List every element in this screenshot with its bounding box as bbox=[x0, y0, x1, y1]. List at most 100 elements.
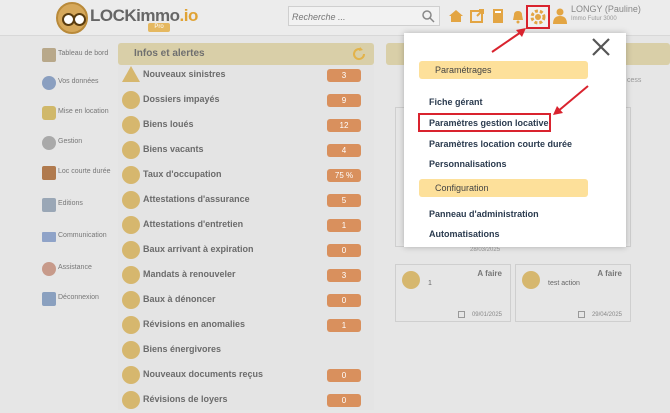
rented-property-icon bbox=[122, 116, 140, 134]
alert-row-nouveaux-sinistres[interactable]: Nouveaux sinistres 3 bbox=[118, 63, 374, 88]
count-badge: 1 bbox=[327, 219, 361, 232]
alert-row-attestations-entretien[interactable]: Attestations d'entretien 1 bbox=[118, 213, 374, 238]
alert-row-revisions-loyers[interactable]: Révisions de loyers 0 bbox=[118, 388, 374, 413]
task-icon bbox=[522, 271, 540, 289]
task-icon bbox=[402, 271, 420, 289]
count-badge: 3 bbox=[327, 269, 361, 282]
sidebar-item-assistance[interactable]: Assistance bbox=[36, 260, 116, 280]
alert-row-biens-vacants[interactable]: Biens vacants 4 bbox=[118, 138, 374, 163]
count-badge: 5 bbox=[327, 194, 361, 207]
lease-terminate-icon bbox=[122, 291, 140, 309]
external-link-icon[interactable] bbox=[469, 8, 485, 24]
search-input[interactable] bbox=[289, 8, 414, 26]
book-icon[interactable] bbox=[490, 8, 506, 24]
sidebar-item-tableau-de-bord[interactable]: Tableau de bord bbox=[36, 46, 116, 66]
logout-icon bbox=[42, 292, 56, 306]
sidebar-item-gestion[interactable]: Gestion bbox=[36, 134, 116, 154]
owl-mascot-icon bbox=[56, 2, 88, 34]
tasks-ghost-text: cess bbox=[627, 77, 642, 84]
alert-row-mandats-renouveler[interactable]: Mandats à renouveler 3 bbox=[118, 263, 374, 288]
suitcase-icon bbox=[42, 166, 56, 180]
section-parametrages: Paramétrages bbox=[419, 61, 588, 79]
user-company: Immo Futur 3000 bbox=[571, 16, 617, 22]
logo-text: LOCKimmo.io bbox=[90, 6, 198, 25]
key-icon bbox=[42, 106, 56, 120]
rent-revision-icon bbox=[122, 391, 140, 409]
alerts-panel-title: Infos et alertes bbox=[134, 48, 205, 59]
alert-row-attestations-assurance[interactable]: Attestations d'assurance 5 bbox=[118, 188, 374, 213]
menu-item-panneau-administration[interactable]: Panneau d'administration bbox=[429, 209, 539, 219]
menu-item-parametres-location-courte-duree[interactable]: Paramètres location courte durée bbox=[429, 139, 572, 149]
highlight-box bbox=[418, 113, 551, 132]
menu-item-personnalisations[interactable]: Personnalisations bbox=[429, 159, 507, 169]
tasks-ghost-date: 28/03/2025 bbox=[470, 247, 501, 253]
app-logo[interactable]: LOCKimmo.io Pro bbox=[56, 2, 198, 34]
task-card[interactable]: A faire 1 09/01/2025 bbox=[395, 264, 511, 322]
sidebar-item-loc-courte-duree[interactable]: Loc courte durée bbox=[36, 164, 116, 184]
top-bar: LOCKimmo.io Pro LONGY (Pauline) Immo Fut… bbox=[0, 0, 670, 36]
task-date: 09/01/2025 bbox=[471, 312, 502, 318]
gear-icon bbox=[530, 9, 546, 25]
calendar-icon bbox=[458, 311, 465, 318]
task-card[interactable]: A faire test action 29/04/2025 bbox=[515, 264, 631, 322]
alert-row-dossiers-impayes[interactable]: Dossiers impayés 9 bbox=[118, 88, 374, 113]
alerts-panel: Infos et alertes Nouveaux sinistres 3 Dos… bbox=[118, 43, 374, 410]
anomaly-icon bbox=[122, 316, 140, 334]
alert-row-revisions-anomalies[interactable]: Révisions en anomalies 1 bbox=[118, 313, 374, 338]
alert-row-biens-loues[interactable]: Biens loués 12 bbox=[118, 113, 374, 138]
search-box bbox=[288, 6, 440, 26]
sidebar-item-deconnexion[interactable]: Déconnexion bbox=[36, 290, 116, 310]
user-avatar-icon[interactable] bbox=[553, 8, 567, 24]
alert-row-baux-expiration[interactable]: Baux arrivant à expiration 0 bbox=[118, 238, 374, 263]
count-badge: 0 bbox=[327, 394, 361, 407]
task-status: A faire bbox=[477, 269, 502, 278]
section-configuration: Configuration bbox=[419, 179, 588, 197]
desk-icon bbox=[42, 48, 56, 62]
energy-icon bbox=[122, 341, 140, 359]
user-name[interactable]: LONGY (Pauline) bbox=[571, 4, 641, 14]
count-badge: 1 bbox=[327, 319, 361, 332]
calendar-icon bbox=[578, 311, 585, 318]
count-badge: 75 % bbox=[327, 169, 361, 182]
occupancy-icon bbox=[122, 166, 140, 184]
printer-icon bbox=[42, 198, 56, 212]
count-badge: 9 bbox=[327, 94, 361, 107]
count-badge: 0 bbox=[327, 294, 361, 307]
alert-row-biens-energivores[interactable]: Biens énergivores bbox=[118, 338, 374, 363]
envelope-icon bbox=[42, 232, 56, 242]
count-badge: 0 bbox=[327, 244, 361, 257]
sidebar-item-editions[interactable]: Editions bbox=[36, 196, 116, 216]
person-icon bbox=[42, 76, 56, 90]
bell-icon[interactable] bbox=[510, 8, 526, 24]
refresh-icon[interactable] bbox=[352, 47, 366, 61]
vacant-property-icon bbox=[122, 141, 140, 159]
close-icon[interactable] bbox=[590, 36, 612, 58]
unpaid-icon bbox=[122, 91, 140, 109]
task-status: A faire bbox=[597, 269, 622, 278]
menu-item-automatisations[interactable]: Automatisations bbox=[429, 229, 500, 239]
search-icon[interactable] bbox=[422, 10, 435, 23]
download-icon bbox=[122, 366, 140, 384]
count-badge: 0 bbox=[327, 369, 361, 382]
sidebar-item-communication[interactable]: Communication bbox=[36, 228, 116, 248]
headset-icon bbox=[42, 262, 56, 276]
logo-badge: Pro bbox=[148, 23, 170, 32]
lease-expiry-icon bbox=[122, 241, 140, 259]
sidebar-item-mise-en-location[interactable]: Mise en location bbox=[36, 104, 116, 124]
sidebar-item-vos-donnees[interactable]: Vos données bbox=[36, 74, 116, 94]
maintenance-icon bbox=[122, 216, 140, 234]
home-icon[interactable] bbox=[448, 8, 464, 24]
alert-row-baux-denoncer[interactable]: Baux à dénoncer 0 bbox=[118, 288, 374, 313]
insurance-icon bbox=[122, 191, 140, 209]
task-text: 1 bbox=[428, 280, 432, 287]
alert-row-taux-occupation[interactable]: Taux d'occupation 75 % bbox=[118, 163, 374, 188]
alert-row-nouveaux-documents[interactable]: Nouveaux documents reçus 0 bbox=[118, 363, 374, 388]
task-date: 29/04/2025 bbox=[591, 312, 622, 318]
count-badge: 3 bbox=[327, 69, 361, 82]
menu-item-fiche-gerant[interactable]: Fiche gérant bbox=[429, 97, 483, 107]
settings-button[interactable] bbox=[526, 5, 550, 29]
count-badge: 4 bbox=[327, 144, 361, 157]
warning-icon bbox=[122, 66, 140, 82]
alerts-panel-header: Infos et alertes bbox=[118, 43, 374, 65]
mandate-icon bbox=[122, 266, 140, 284]
